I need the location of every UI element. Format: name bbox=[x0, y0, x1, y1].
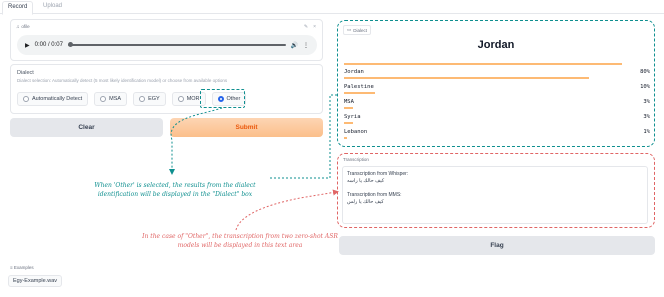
examples-label-text: Examples bbox=[13, 265, 34, 270]
examples-label: ≡ Examples bbox=[10, 265, 34, 270]
arrow-to-transcription bbox=[235, 189, 339, 231]
example-item[interactable]: Egy-Example.wav bbox=[8, 275, 63, 287]
examples-icon: ≡ bbox=[10, 265, 13, 270]
arrow-to-dialect-box bbox=[270, 94, 338, 179]
arrow-to-other-option bbox=[169, 107, 223, 175]
annotation-arrows bbox=[169, 94, 339, 231]
